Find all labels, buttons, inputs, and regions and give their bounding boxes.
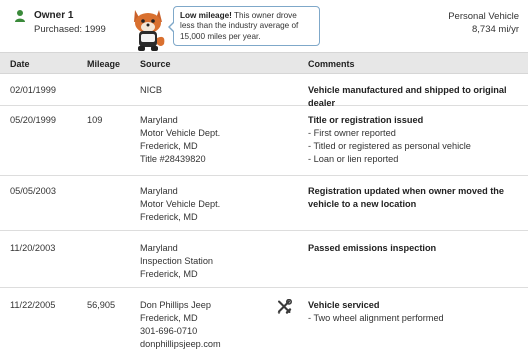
source-line: Frederick, MD	[140, 313, 198, 323]
row-comments: Passed emissions inspection	[308, 242, 520, 255]
source-line: Don Phillips Jeep	[140, 300, 211, 310]
column-header-date: Date	[10, 59, 30, 69]
column-header-source: Source	[140, 59, 171, 69]
source-line: Frederick, MD	[140, 212, 198, 222]
row-source: Maryland Motor Vehicle Dept. Frederick, …	[140, 114, 220, 166]
source-line: donphillipsjeep.com	[140, 339, 221, 349]
column-header-mileage: Mileage	[87, 59, 121, 69]
source-line: Frederick, MD	[140, 141, 198, 151]
table-row: 05/05/2003 Maryland Motor Vehicle Dept. …	[0, 176, 528, 231]
source-line: Inspection Station	[140, 256, 214, 266]
comment-heading: Passed emissions inspection	[308, 243, 437, 253]
owner-header: Owner 1 Purchased: 1999 Low mileage! Thi…	[0, 0, 528, 51]
source-line: Maryland	[140, 115, 178, 125]
vehicle-mileage-rate: 8,734 mi/yr	[472, 24, 519, 35]
row-date: 05/05/2003	[10, 186, 56, 196]
carfox-mascot-icon	[134, 10, 165, 51]
source-line: Motor Vehicle Dept.	[140, 199, 221, 209]
person-icon	[15, 10, 25, 22]
source-line: Frederick, MD	[140, 269, 198, 279]
row-source: Don Phillips Jeep Frederick, MD 301-696-…	[140, 299, 221, 351]
vehicle-type: Personal Vehicle	[448, 11, 519, 22]
comment-heading: Title or registration issued	[308, 115, 424, 125]
comment-item: - First owner reported	[308, 128, 396, 138]
comment-item: - Loan or lien reported	[308, 154, 399, 164]
row-mileage: 109	[87, 115, 103, 125]
row-date: 05/20/1999	[10, 115, 56, 125]
source-line: Motor Vehicle Dept.	[140, 128, 221, 138]
callout-bold-text: Low mileage!	[180, 11, 232, 20]
history-table-header: Date Mileage Source Comments	[0, 52, 528, 74]
wrench-screwdriver-icon	[277, 299, 292, 314]
comment-item: - Titled or registered as personal vehic…	[308, 141, 471, 151]
row-comments: Vehicle serviced - Two wheel alignment p…	[308, 299, 520, 325]
source-line: Title #28439820	[140, 154, 206, 164]
source-line: 301-696-0710	[140, 326, 198, 336]
table-row: 02/01/1999 NICB Vehicle manufactured and…	[0, 74, 528, 108]
row-comments: Registration updated when owner moved th…	[308, 185, 518, 211]
table-row: 11/20/2003 Maryland Inspection Station F…	[0, 231, 528, 288]
row-date: 02/01/1999	[10, 85, 56, 95]
column-header-comments: Comments	[308, 59, 355, 69]
row-mileage: 56,905	[87, 300, 116, 310]
source-line: Maryland	[140, 186, 178, 196]
table-row: 05/20/1999 109 Maryland Motor Vehicle De…	[0, 106, 528, 176]
row-source: Maryland Motor Vehicle Dept. Frederick, …	[140, 185, 220, 224]
row-date: 11/20/2003	[10, 243, 56, 253]
owner-title: Owner 1	[34, 10, 74, 21]
low-mileage-callout: Low mileage! This owner drove less than …	[168, 6, 320, 46]
comment-heading: Registration updated when owner moved th…	[308, 186, 505, 209]
row-source: NICB	[140, 84, 162, 97]
row-comments: Title or registration issued - First own…	[308, 114, 520, 166]
row-date: 11/22/2005	[10, 300, 56, 310]
source-line: Maryland	[140, 243, 178, 253]
source-line: NICB	[140, 85, 162, 95]
table-row: 11/22/2005 56,905 Don Phillips Jeep Fred…	[0, 288, 528, 360]
comment-item: - Two wheel alignment performed	[308, 313, 444, 323]
callout-arrow-inner	[170, 22, 175, 32]
owner-purchased-year: Purchased: 1999	[34, 24, 106, 35]
comment-heading: Vehicle serviced	[308, 300, 380, 310]
row-source: Maryland Inspection Station Frederick, M…	[140, 242, 213, 281]
